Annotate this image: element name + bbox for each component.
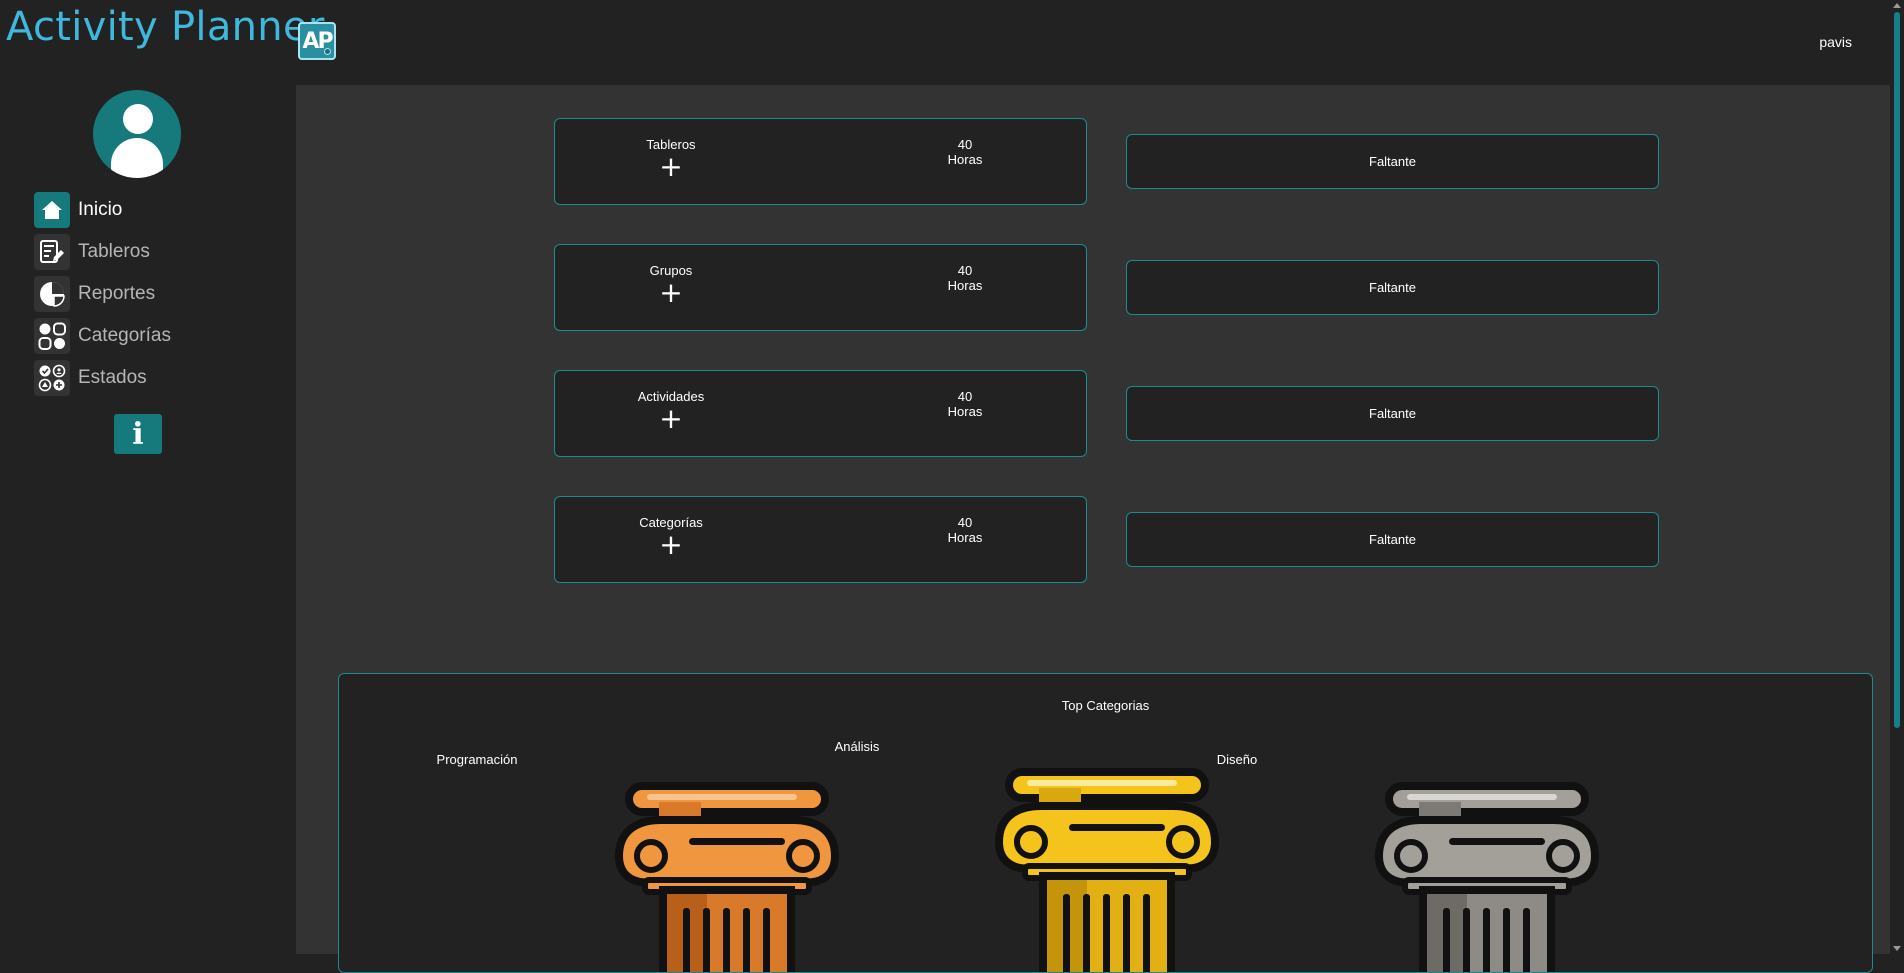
bronze-pillar-icon <box>614 782 840 972</box>
hours-unit: Horas <box>947 404 983 419</box>
top-category-name-3: Diseño <box>1216 752 1258 767</box>
scroll-up-icon[interactable] <box>1893 3 1901 8</box>
add-actividad-button[interactable]: + <box>555 405 787 433</box>
sidebar-item-tableros[interactable]: Tableros <box>34 231 171 273</box>
top-categories-panel: Top Categorias Programación Análisis Dis… <box>338 673 1873 973</box>
summary-card-tableros: Tableros + 40 Horas <box>554 118 1087 205</box>
missing-card-actividades: Faltante <box>1126 386 1659 441</box>
sidebar-item-inicio[interactable]: Inicio <box>34 189 171 231</box>
add-categoria-button[interactable]: + <box>555 531 787 559</box>
header: Activity Planner AP pavis <box>0 0 1890 85</box>
sidebar: Inicio Tableros Reportes Categorías Esta… <box>0 85 296 954</box>
states-icon <box>34 360 70 396</box>
sidebar-item-reportes[interactable]: Reportes <box>34 273 171 315</box>
app-logo[interactable]: AP <box>298 22 336 60</box>
main-content: Tableros + 40 Horas Faltante Grupos + 40… <box>296 85 1890 973</box>
add-tablero-button[interactable]: + <box>555 153 787 181</box>
user-name[interactable]: pavis <box>1819 34 1852 50</box>
silver-pillar-icon <box>1374 782 1600 972</box>
hours-value: 40 <box>957 263 973 278</box>
missing-card-categorias: Faltante <box>1126 512 1659 567</box>
scrollbar-thumb[interactable] <box>1894 12 1900 728</box>
categories-icon <box>34 318 70 354</box>
summary-card-actividades: Actividades + 40 Horas <box>554 370 1087 457</box>
sidebar-item-label: Inicio <box>78 199 123 220</box>
sidebar-item-label: Categorías <box>78 325 171 346</box>
hours-value: 40 <box>957 389 973 404</box>
avatar-body <box>111 138 163 178</box>
info-button[interactable]: i <box>114 414 162 454</box>
sidebar-item-label: Tableros <box>78 241 150 262</box>
sidebar-item-label: Estados <box>78 367 147 388</box>
pie-chart-icon <box>34 276 70 312</box>
app-title: Activity Planner <box>6 4 325 50</box>
hours-unit: Horas <box>947 530 983 545</box>
hours-value: 40 <box>957 515 973 530</box>
missing-card-tableros: Faltante <box>1126 134 1659 189</box>
sidebar-item-label: Reportes <box>78 283 156 304</box>
info-icon: i <box>132 416 144 452</box>
card-hours: 40 Horas <box>915 263 1015 293</box>
top-category-name-1: Programación <box>436 752 518 767</box>
summary-card-categorias: Categorías + 40 Horas <box>554 496 1087 583</box>
top-categories-title: Top Categorias <box>1061 698 1150 713</box>
logo-dot <box>324 48 331 55</box>
sidebar-item-categorias[interactable]: Categorías <box>34 315 171 357</box>
card-hours: 40 Horas <box>915 389 1015 419</box>
home-icon <box>34 192 70 228</box>
hours-unit: Horas <box>947 152 983 167</box>
card-hours: 40 Horas <box>915 515 1015 545</box>
card-hours: 40 Horas <box>915 137 1015 167</box>
gold-pillar-icon <box>994 768 1220 972</box>
sidebar-nav: Inicio Tableros Reportes Categorías Esta… <box>34 189 171 399</box>
board-edit-icon <box>34 234 70 270</box>
add-grupo-button[interactable]: + <box>555 279 787 307</box>
summary-card-grupos: Grupos + 40 Horas <box>554 244 1087 331</box>
missing-card-grupos: Faltante <box>1126 260 1659 315</box>
sidebar-item-estados[interactable]: Estados <box>34 357 171 399</box>
scroll-down-icon[interactable] <box>1893 946 1901 951</box>
avatar-head <box>123 104 153 134</box>
hours-value: 40 <box>957 137 973 152</box>
page-scrollbar[interactable] <box>1890 0 1904 954</box>
top-category-name-2: Análisis <box>834 739 880 754</box>
avatar[interactable] <box>93 90 181 178</box>
hours-unit: Horas <box>947 278 983 293</box>
